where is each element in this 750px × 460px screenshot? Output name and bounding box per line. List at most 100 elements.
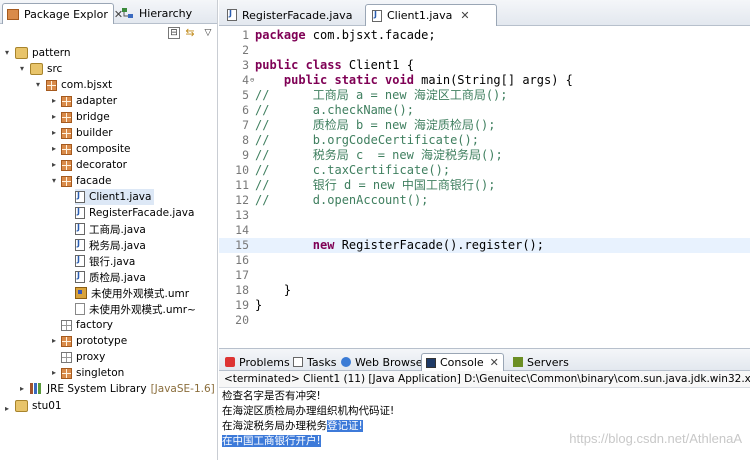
tree-rows: ▾ pattern ▾ src ▾ com.bjsxt ▸ adapter ▸ … [0, 0, 218, 460]
tree-item-singleton[interactable]: singleton [61, 365, 124, 381]
tab-client1-java[interactable]: Client1.java ✕ [365, 4, 497, 26]
code-text: // a.checkName(); [255, 103, 414, 117]
tab-web-browser[interactable]: Web Browser [337, 353, 431, 371]
line-number: 7 [242, 118, 249, 132]
tree-item-label: prototype [76, 335, 128, 347]
console-line: 检查名字是否有冲突! [222, 390, 321, 402]
code-line: 6 // a.checkName(); [219, 103, 750, 118]
code-line: 14 [219, 223, 750, 238]
package-icon [61, 175, 72, 187]
tree-item-adapter[interactable]: adapter [61, 93, 117, 109]
console-status: <terminated> Client1 (11) [Java Applicat… [219, 371, 750, 388]
package-icon [61, 367, 72, 379]
fold-toggle-icon[interactable]: ⊖ [250, 73, 254, 88]
line-number: 1 [242, 28, 249, 42]
java-file-icon [75, 191, 85, 203]
tree-item-composite[interactable]: composite [61, 141, 130, 157]
tree-item-umr-file[interactable]: 未使用外观模式.umr [75, 285, 189, 301]
source-folder-icon [30, 63, 43, 75]
close-icon[interactable]: ✕ [490, 356, 499, 369]
code-area[interactable]: 1 package com.bjsxt.facade; 2 3 public class… [219, 26, 750, 348]
bottom-panel: Problems Tasks Web Browser Console ✕ Ser… [219, 348, 750, 460]
line-number: 12 [235, 193, 249, 207]
code-text: } [255, 283, 292, 297]
line-number: 15 [235, 238, 249, 252]
tree-item-yinhang-java[interactable]: 银行.java [75, 253, 135, 269]
package-icon [61, 143, 72, 155]
code-text: // 质检局 b = new 海淀质检局(); [255, 118, 496, 132]
expand-icon[interactable]: ▾ [36, 81, 44, 89]
close-icon[interactable]: ✕ [460, 9, 469, 22]
collapse-icon[interactable]: ▸ [20, 385, 28, 393]
code-line: 13 [219, 208, 750, 223]
collapse-icon[interactable]: ▸ [5, 405, 13, 413]
java-file-icon [75, 239, 85, 251]
line-number: 9 [242, 148, 249, 162]
tab-label: Problems [239, 355, 290, 369]
tree-item-shuiwuju-java[interactable]: 税务局.java [75, 237, 146, 253]
code-text: public class Client1 { [255, 58, 414, 72]
tab-registerfacade-java[interactable]: RegisterFacade.java [221, 4, 361, 26]
tree-item-factory[interactable]: factory [61, 317, 113, 333]
line-number: 4 [242, 73, 249, 87]
line-number: 10 [235, 163, 249, 177]
line-number: 19 [235, 298, 249, 312]
expand-icon[interactable]: ▾ [5, 49, 13, 57]
tab-tasks[interactable]: Tasks [289, 353, 340, 371]
tree-item-com-bjsxt[interactable]: com.bjsxt [46, 77, 112, 93]
collapse-icon[interactable]: ▸ [52, 161, 60, 169]
expand-icon[interactable]: ▾ [20, 65, 28, 73]
tree-item-umr-backup-file[interactable]: 未使用外观模式.umr~ [75, 301, 196, 317]
line-number: 3 [242, 58, 249, 72]
watermark-text: https://blog.csdn.net/AthlenaA [569, 431, 742, 446]
tree-item-jre-library[interactable]: JRE System Library [JavaSE-1.6] [30, 381, 215, 397]
tasks-icon [293, 357, 303, 367]
code-line: 20 [219, 313, 750, 328]
code-line: 1 package com.bjsxt.facade; [219, 28, 750, 43]
tree-item-stu01[interactable]: stu01 [15, 398, 62, 414]
code-text: } [255, 298, 263, 312]
tree-item-zhijianju-java[interactable]: 质检局.java [75, 269, 146, 285]
code-text: // 税务局 c = new 海淀税务局(); [255, 148, 503, 162]
tree-item-bridge[interactable]: bridge [61, 109, 110, 125]
tree-item-client1-java[interactable]: Client1.java [75, 189, 155, 205]
tab-problems[interactable]: Problems [221, 353, 294, 371]
tree-item-label: singleton [76, 367, 125, 379]
tree-item-src[interactable]: src [30, 61, 62, 77]
tree-item-label: composite [76, 143, 131, 155]
project-icon [15, 47, 28, 59]
expand-icon[interactable]: ▾ [52, 177, 60, 185]
tab-console[interactable]: Console ✕ [421, 353, 504, 371]
collapse-icon[interactable]: ▸ [52, 97, 60, 105]
tree-item-decorator[interactable]: decorator [61, 157, 127, 173]
code-text: new RegisterFacade().register(); [312, 238, 544, 252]
tree-item-facade[interactable]: facade [61, 173, 111, 189]
console-output[interactable]: 检查名字是否有冲突! 在海淀区质检局办理组织机构代码证! 在海淀税务局办理税务登… [219, 388, 750, 458]
java-file-icon [75, 223, 85, 235]
tree-item-builder[interactable]: builder [61, 125, 113, 141]
tree-item-pattern[interactable]: pattern [15, 45, 71, 61]
tab-label: Console [440, 356, 484, 369]
tree-item-label: com.bjsxt [61, 79, 113, 91]
collapse-icon[interactable]: ▸ [52, 113, 60, 121]
collapse-icon[interactable]: ▸ [52, 337, 60, 345]
tab-label: Client1.java [387, 9, 453, 22]
tab-servers[interactable]: Servers [509, 353, 573, 371]
collapse-icon[interactable]: ▸ [52, 369, 60, 377]
collapse-icon[interactable]: ▸ [52, 145, 60, 153]
tree-item-proxy[interactable]: proxy [61, 349, 105, 365]
line-number: 14 [235, 223, 249, 237]
tree-item-label: JRE System Library [47, 383, 147, 395]
code-text: // 银行 d = new 中国工商银行(); [255, 178, 496, 192]
tree-item-label: decorator [76, 159, 127, 171]
tree-item-gongshangju-java[interactable]: 工商局.java [75, 221, 146, 237]
collapse-icon[interactable]: ▸ [52, 129, 60, 137]
tree-item-prototype[interactable]: prototype [61, 333, 127, 349]
code-line: 9 // 税务局 c = new 海淀税务局(); [219, 148, 750, 163]
code-line: 5 // 工商局 a = new 海淀区工商局(); [219, 88, 750, 103]
tree-item-registerfacade-java[interactable]: RegisterFacade.java [75, 205, 194, 221]
code-line: 18 } [219, 283, 750, 298]
java-file-icon [75, 207, 85, 219]
line-number: 18 [235, 283, 249, 297]
code-text: package com.bjsxt.facade; [255, 28, 436, 42]
